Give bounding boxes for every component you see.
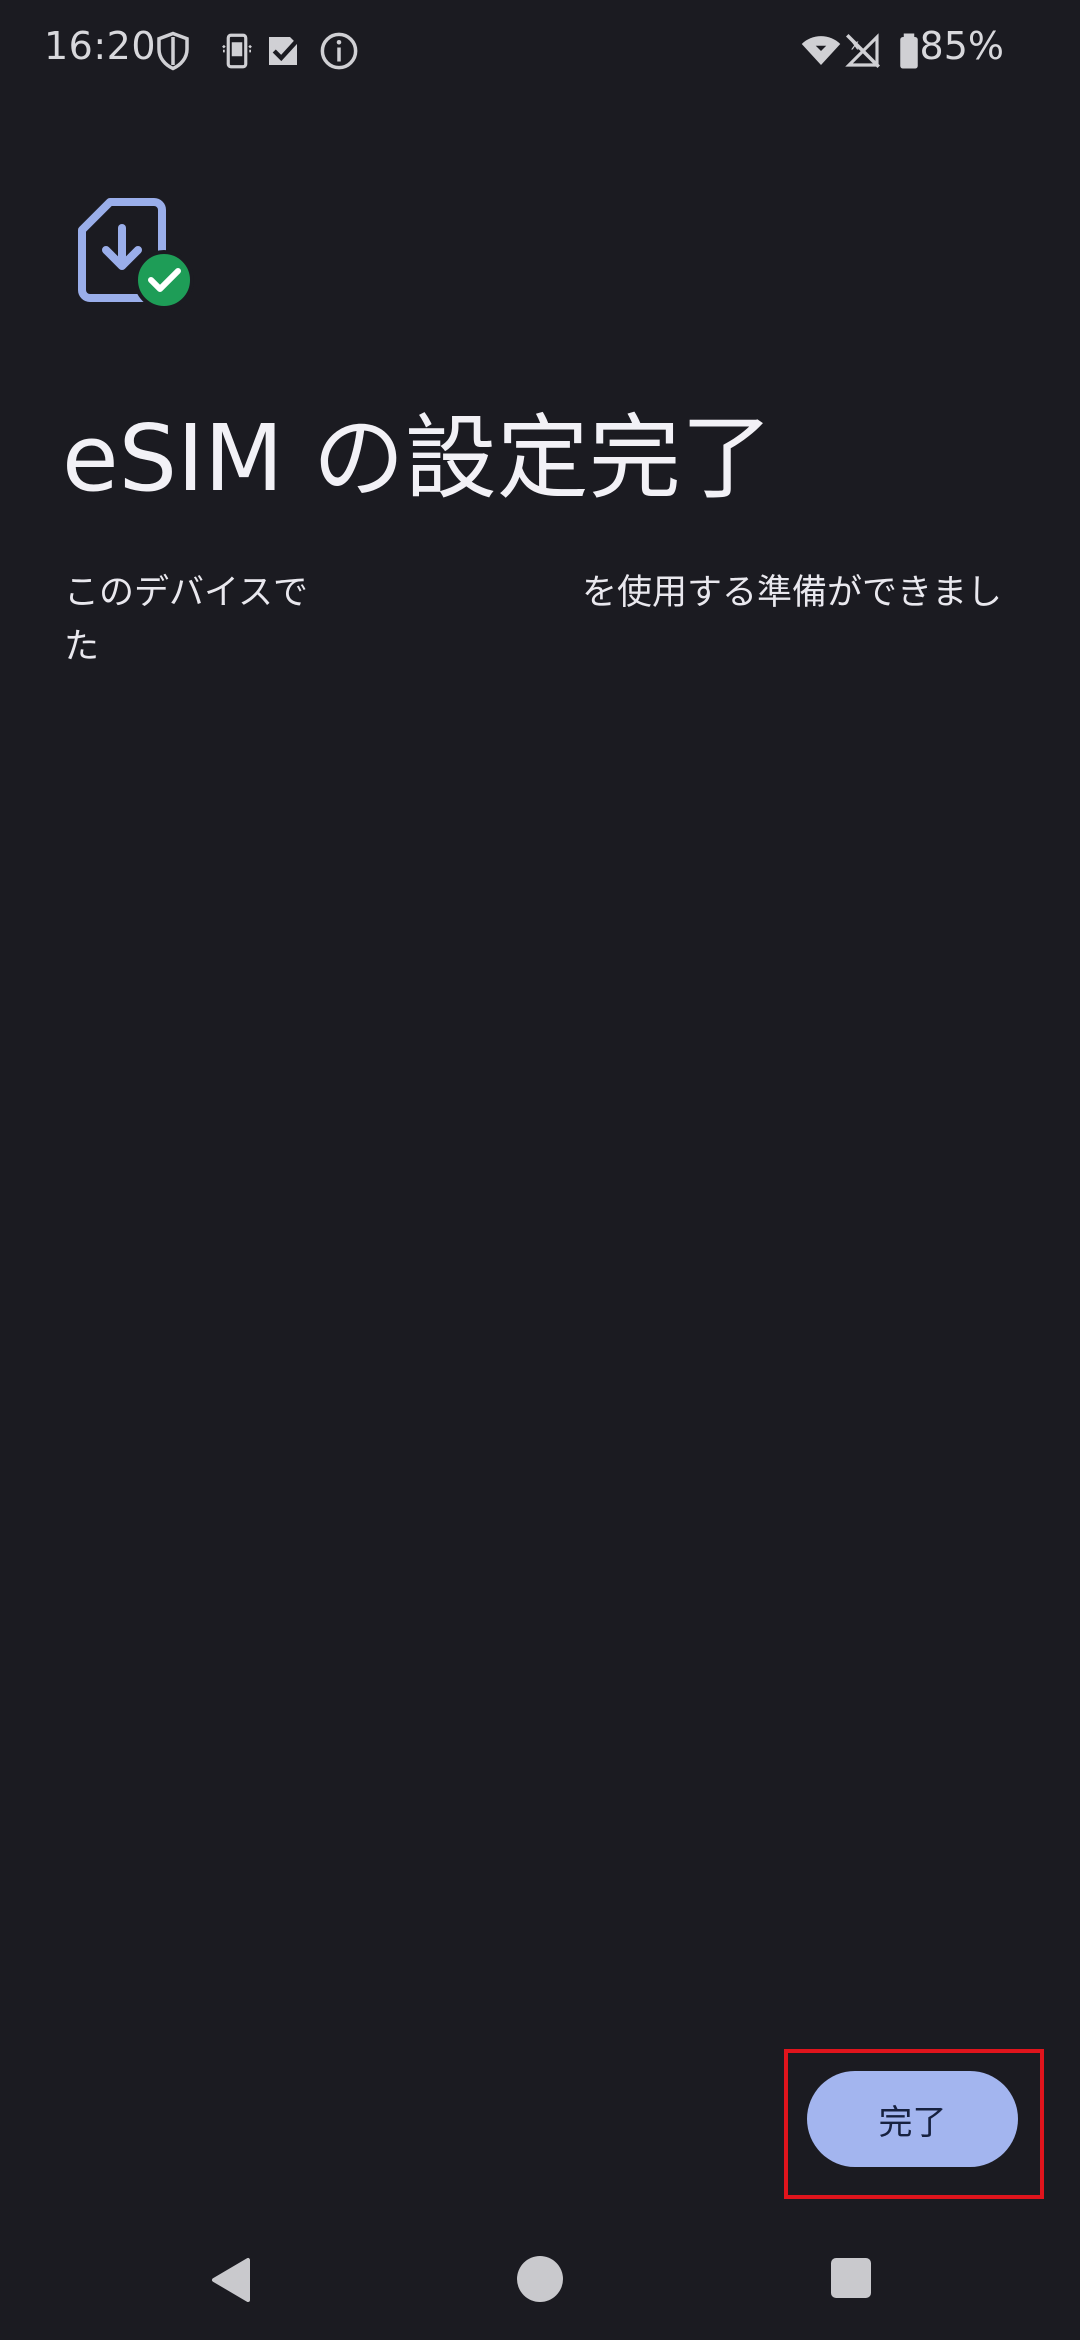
status-time: 16:20 bbox=[44, 24, 157, 68]
wifi-icon bbox=[801, 36, 841, 65]
esim-setup-complete-screen: 16:20 x 85% eSIM の設定完了 このデバイスで を使用する準備がで… bbox=[0, 0, 1080, 2340]
status-bar: 16:20 x 85% bbox=[0, 0, 1080, 100]
recents-icon[interactable] bbox=[831, 2258, 871, 2298]
done-button[interactable]: 完了 bbox=[807, 2071, 1018, 2167]
sim-download-check-icon bbox=[78, 198, 194, 310]
phone-sync-icon bbox=[222, 33, 252, 69]
signal-off-icon: x bbox=[845, 33, 880, 68]
home-icon[interactable] bbox=[517, 2256, 563, 2302]
battery-percent: 85% bbox=[919, 24, 1004, 68]
checkbox-icon bbox=[269, 37, 301, 65]
svg-text:x: x bbox=[851, 37, 859, 53]
description-text: このデバイスで を使用する準備ができました bbox=[64, 566, 1024, 674]
info-icon bbox=[320, 32, 358, 70]
description-part1: このデバイスで bbox=[64, 573, 308, 613]
page-title: eSIM の設定完了 bbox=[62, 405, 773, 512]
navigation-bar bbox=[0, 2220, 1080, 2340]
shield-icon bbox=[157, 31, 189, 71]
back-icon[interactable] bbox=[208, 2256, 252, 2304]
